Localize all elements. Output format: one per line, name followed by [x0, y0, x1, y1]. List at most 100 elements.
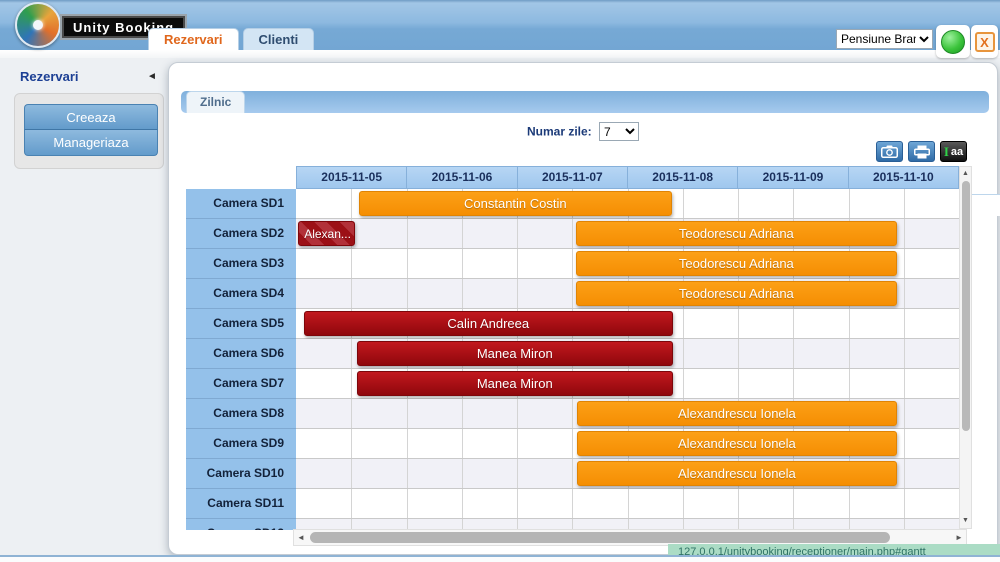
grid-line [461, 249, 463, 278]
reservation-bar[interactable]: Alexandrescu Ionela [576, 431, 898, 456]
grid-line [903, 459, 905, 488]
grid-line [903, 399, 905, 428]
grid-line [406, 459, 408, 488]
grid-line [738, 489, 739, 518]
grid-line [351, 489, 353, 518]
grid-line [903, 279, 905, 308]
screenshot-button[interactable] [876, 141, 903, 162]
reservation-bar[interactable]: Alexandrescu Ionela [576, 461, 898, 486]
grid-line [793, 339, 795, 368]
app-window: Unity Booking Rezervari Clienti Pensiune… [0, 0, 1000, 562]
grid-line [351, 369, 353, 398]
sidebar-item-manageriaza[interactable]: Manageriaza [24, 130, 158, 156]
gantt-track[interactable] [296, 489, 959, 519]
gantt-track[interactable]: Alexandrescu Ionela [296, 429, 959, 459]
grid-line [461, 399, 463, 428]
tab-zilnic[interactable]: Zilnic [186, 91, 246, 113]
gantt-track[interactable]: Calin Andreea [296, 309, 959, 339]
grid-line [461, 459, 463, 488]
close-button[interactable]: X [974, 31, 995, 52]
grid-line [903, 189, 905, 218]
grid-line [351, 279, 353, 308]
tab-rezervari[interactable]: Rezervari [148, 28, 239, 50]
reservation-bar[interactable]: Alexandrescu Ionela [576, 401, 898, 426]
property-select[interactable]: Pensiune Bran [836, 29, 933, 49]
grid-line [848, 309, 850, 338]
grid-line [517, 459, 518, 488]
scroll-left-icon[interactable]: ◄ [295, 530, 307, 545]
reservation-bar[interactable]: Teodorescu Adriana [575, 221, 898, 246]
gantt-track[interactable]: Alexandrescu Ionela [296, 399, 959, 429]
grid-line [351, 429, 353, 458]
header-divider [0, 50, 1000, 58]
days-select[interactable]: 7 [599, 122, 640, 141]
grid-line [903, 219, 905, 248]
reservation-bar[interactable]: Manea Miron [356, 371, 673, 396]
gantt-track[interactable]: Constantin Costin [296, 189, 959, 219]
grid-line [572, 249, 574, 278]
print-button[interactable] [908, 141, 935, 162]
grid-line [682, 339, 684, 368]
days-control: Numar zile: 7 [169, 122, 997, 141]
status-indicator-tile [936, 25, 970, 58]
reservation-bar[interactable]: Manea Miron [356, 341, 673, 366]
reservation-bar[interactable]: Alexan... [298, 221, 355, 246]
grid-line [461, 489, 463, 518]
grid-line [406, 219, 408, 248]
grid-line [517, 489, 518, 518]
text-cursor-icon: I [943, 143, 949, 159]
text-size-label: aa [950, 145, 964, 158]
vertical-scrollbar[interactable]: ▲ ▼ [959, 166, 972, 529]
gantt-row: Camera SD8 Alexandrescu Ionela [186, 399, 959, 429]
grid-line [406, 399, 408, 428]
vertical-scroll-thumb[interactable] [962, 181, 970, 431]
horizontal-scroll-thumb[interactable] [310, 532, 890, 543]
gantt-track[interactable]: Alexandrescu Ionela [296, 459, 959, 489]
reservation-bar[interactable]: Teodorescu Adriana [575, 251, 898, 276]
grid-line [903, 249, 905, 278]
main-panel: Zilnic Gantt Numar zile: 7 [168, 62, 1000, 555]
grid-line [351, 249, 353, 278]
room-label: Camera SD1 [186, 189, 296, 219]
scroll-right-icon[interactable]: ► [953, 530, 965, 545]
grid-line [572, 429, 574, 458]
gantt-track[interactable]: Teodorescu Adriana [296, 279, 959, 309]
gantt-track[interactable]: Alexan... Teodorescu Adriana [296, 219, 959, 249]
sidebar-collapse-icon[interactable]: ◄ [147, 71, 157, 82]
reservation-bar[interactable]: Teodorescu Adriana [575, 281, 898, 306]
sidebar-item-creeaza[interactable]: Creeaza [24, 104, 158, 130]
text-size-button[interactable]: I aa [940, 141, 967, 162]
reservation-bar[interactable]: Constantin Costin [358, 191, 672, 216]
gantt-row: Camera SD7 Manea Miron [186, 369, 959, 399]
tab-clienti[interactable]: Clienti [242, 28, 315, 50]
room-label: Camera SD11 [186, 489, 296, 519]
scroll-down-icon[interactable]: ▼ [960, 515, 971, 527]
gantt-date-header: 2015-11-05 2015-11-06 2015-11-07 2015-11-08… [296, 166, 959, 189]
grid-line [848, 189, 850, 218]
scroll-up-icon[interactable]: ▲ [960, 168, 971, 180]
grid-line [572, 489, 574, 518]
grid-line [406, 489, 408, 518]
date-header-cell: 2015-11-09 [737, 166, 848, 189]
grid-line [793, 489, 795, 518]
grid-line [517, 279, 518, 308]
gantt-corner-cell [186, 166, 296, 189]
gantt-header: 2015-11-05 2015-11-06 2015-11-07 2015-11-08… [186, 166, 959, 189]
grid-line [517, 219, 518, 248]
gantt-row: Camera SD2 Alexan... Teodorescu Adriana [186, 219, 959, 249]
grid-line [682, 489, 684, 518]
grid-line [406, 279, 408, 308]
reservation-bar[interactable]: Calin Andreea [303, 311, 673, 336]
date-header-cell: 2015-11-08 [626, 166, 738, 189]
gantt-track[interactable]: Manea Miron [296, 369, 959, 399]
grid-line [461, 429, 463, 458]
room-label: Camera SD6 [186, 339, 296, 369]
main-nav-tabs: Rezervari Clienti [148, 28, 315, 50]
gantt-row: Camera SD1 Constantin Costin [186, 189, 959, 219]
room-label: Camera SD9 [186, 429, 296, 459]
date-header-cell: 2015-11-05 [296, 166, 407, 189]
gantt-track[interactable]: Teodorescu Adriana [296, 249, 959, 279]
gantt-track[interactable]: Manea Miron [296, 339, 959, 369]
sidebar-title: Rezervari [20, 69, 79, 84]
gantt-row: Camera SD5 Calin Andreea [186, 309, 959, 339]
